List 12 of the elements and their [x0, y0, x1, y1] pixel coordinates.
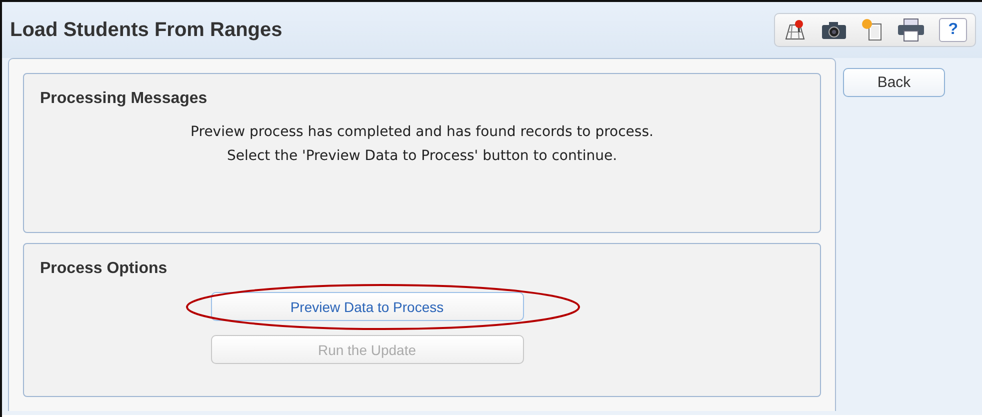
- action-button[interactable]: Preview Data to Process: [210, 292, 524, 321]
- message-text: Preview process has completed and has found records to process.: [190, 123, 654, 142]
- message-text: Select the 'Preview Data to Process' button to continue.: [226, 147, 618, 166]
- camera-icon[interactable]: [821, 20, 848, 40]
- back-button[interactable]: Back: [843, 68, 945, 97]
- help-button[interactable]: ?: [939, 18, 967, 42]
- panel-title: Process Options: [40, 260, 168, 278]
- map-pin-icon[interactable]: [783, 19, 808, 41]
- page-title: Load Students From Ranges: [10, 18, 282, 42]
- panel-title: Processing Messages: [40, 90, 208, 108]
- new-page-icon[interactable]: [861, 18, 884, 42]
- printer-icon[interactable]: [897, 18, 926, 42]
